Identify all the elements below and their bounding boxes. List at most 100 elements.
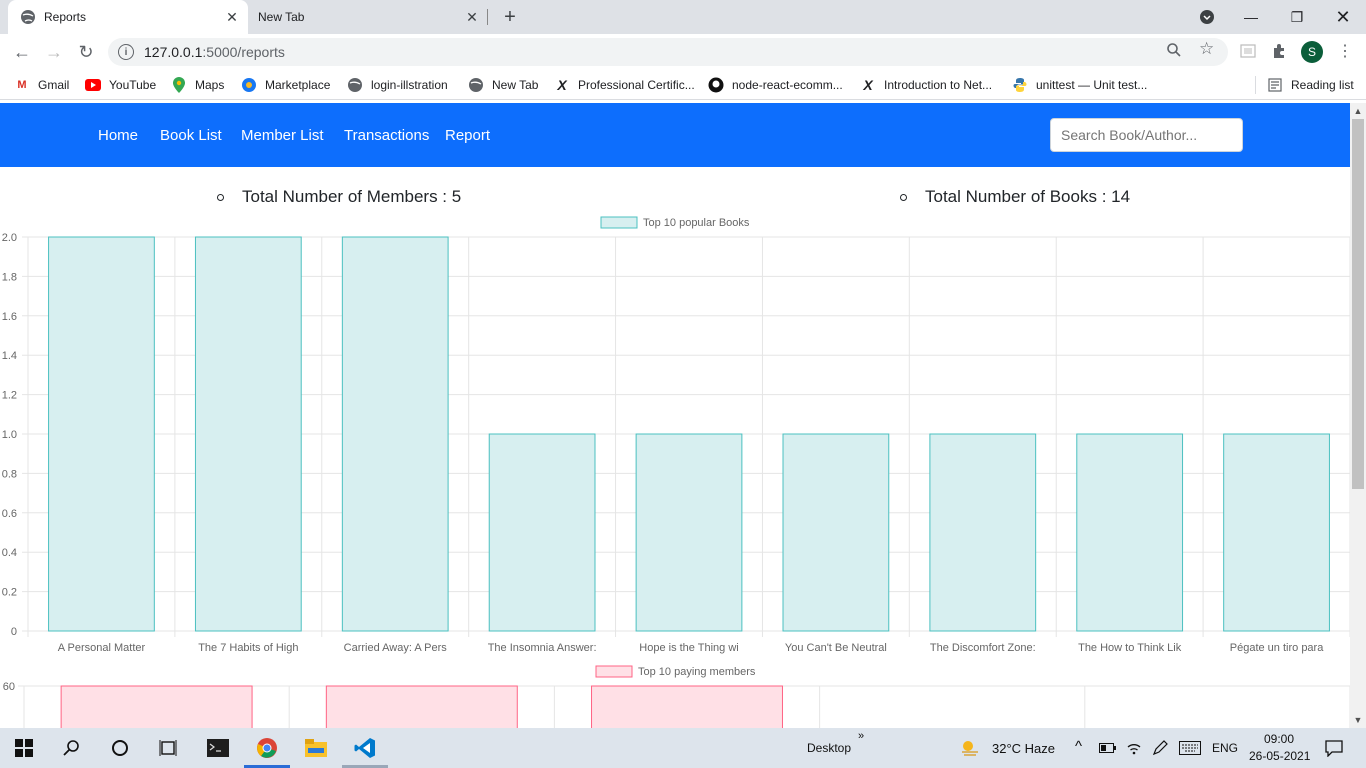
new-tab-button[interactable]: + xyxy=(498,5,522,29)
info-icon[interactable]: i xyxy=(118,44,134,60)
books-stat-label: Total Number of Books : 14 xyxy=(925,187,1131,206)
y-tick-label: 0.4 xyxy=(2,547,17,559)
nav-book-list[interactable]: Book List xyxy=(160,127,222,144)
bookmark-gmail[interactable]: M Gmail xyxy=(14,76,69,94)
vscode-icon[interactable] xyxy=(353,736,377,760)
extension-icon[interactable] xyxy=(1237,40,1259,62)
app-navbar: Home Book List Member List Transactions … xyxy=(0,103,1350,167)
chevron-right-icon[interactable]: » xyxy=(858,730,864,742)
bar xyxy=(1223,433,1330,632)
search-icon[interactable] xyxy=(60,736,84,760)
browser-toolbar: ← → ↻ i 127.0.0.1:5000/reports ☆ ⋮ xyxy=(0,34,1366,70)
marketplace-icon xyxy=(241,77,257,93)
windows-start-icon[interactable] xyxy=(12,736,36,760)
pen-icon[interactable] xyxy=(1148,736,1172,760)
bookmark-label: Maps xyxy=(195,78,225,92)
clock-date[interactable]: 26-05-2021 xyxy=(1249,749,1310,763)
file-explorer-icon[interactable] xyxy=(304,736,328,760)
more-icon[interactable]: ⋮ xyxy=(1334,40,1356,62)
bar xyxy=(782,433,890,632)
avatar[interactable]: S xyxy=(1301,41,1323,63)
maximize-button[interactable]: ❐ xyxy=(1274,0,1320,34)
legend-label: Top 10 paying members xyxy=(638,666,756,678)
bar xyxy=(929,433,1037,632)
x-tick-label: You Can't Be Neutral xyxy=(785,642,887,654)
nav-report[interactable]: Report xyxy=(445,127,490,144)
y-tick-label: 1.6 xyxy=(2,311,17,323)
battery-icon[interactable] xyxy=(1096,736,1120,760)
bar xyxy=(194,236,302,632)
bookmarks-bar: M Gmail YouTube Maps Marketplace login-il… xyxy=(0,70,1366,100)
scrollbar-thumb[interactable] xyxy=(1352,119,1364,489)
close-icon[interactable]: ✕ xyxy=(462,7,482,27)
bookmark-label: login-illstration xyxy=(371,78,448,92)
legend-swatch xyxy=(595,665,633,678)
cortana-icon[interactable] xyxy=(108,736,132,760)
bookmark-label: unittest — Unit test... xyxy=(1036,78,1148,92)
url-host: 127.0.0.1 xyxy=(144,44,203,60)
x-tick-label: Hope is the Thing wi xyxy=(639,642,738,654)
bookmark-unittest[interactable]: unittest — Unit test... xyxy=(1012,76,1147,94)
wifi-icon[interactable] xyxy=(1122,736,1146,760)
bookmark-label: Gmail xyxy=(38,78,70,92)
puzzle-icon[interactable] xyxy=(1268,40,1290,62)
close-window-button[interactable]: ✕ xyxy=(1320,0,1366,34)
url-text: 127.0.0.1:5000/reports xyxy=(144,44,285,60)
edx-icon: X xyxy=(863,77,873,93)
bookmark-divider xyxy=(1255,76,1256,94)
bar xyxy=(325,685,518,728)
bookmark-label: YouTube xyxy=(109,78,157,92)
scroll-down-icon[interactable]: ▼ xyxy=(1353,715,1363,725)
chevron-up-icon[interactable]: ^ xyxy=(1075,738,1082,755)
url-path: :5000/reports xyxy=(202,44,285,60)
reload-button[interactable]: ↻ xyxy=(72,38,100,66)
bookmark-login-illstration[interactable]: login-illstration xyxy=(347,76,448,94)
language-label[interactable]: ENG xyxy=(1212,741,1238,755)
y-tick-label: 1.0 xyxy=(2,429,17,441)
terminal-icon[interactable] xyxy=(206,736,230,760)
task-view-icon[interactable] xyxy=(156,736,180,760)
bar xyxy=(488,433,596,632)
y-tick-label: 0.6 xyxy=(2,508,17,520)
minimize-button[interactable]: — xyxy=(1228,0,1274,34)
bookmark-node-react[interactable]: node-react-ecomm... xyxy=(708,76,843,94)
reading-list-label: Reading list xyxy=(1291,78,1354,92)
y-tick-label: 1.4 xyxy=(2,350,17,362)
tab-new-tab[interactable]: New Tab ✕ xyxy=(248,0,488,34)
forward-button[interactable]: → xyxy=(40,38,68,66)
page-scrollbar[interactable]: ▲ ▼ xyxy=(1350,103,1366,728)
zoom-icon[interactable] xyxy=(1166,42,1182,61)
search-input[interactable] xyxy=(1050,118,1243,152)
nav-home[interactable]: Home xyxy=(98,127,138,144)
weather-label[interactable]: 32°C Haze xyxy=(992,741,1055,756)
reading-list-button[interactable]: Reading list xyxy=(1267,76,1354,94)
bookmark-introduction[interactable]: X Introduction to Net... xyxy=(860,76,992,94)
star-icon[interactable]: ☆ xyxy=(1199,39,1214,59)
tab-reports[interactable]: Reports ✕ xyxy=(8,0,248,34)
desktop-toolbar-label[interactable]: Desktop xyxy=(807,741,851,755)
keyboard-icon[interactable] xyxy=(1178,736,1202,760)
bookmark-new-tab[interactable]: New Tab xyxy=(468,76,538,94)
clock-time[interactable]: 09:00 xyxy=(1264,732,1294,746)
notification-icon[interactable] xyxy=(1322,736,1346,760)
tab-search-button[interactable] xyxy=(1184,0,1230,34)
nav-member-list[interactable]: Member List xyxy=(241,127,324,144)
bookmark-maps[interactable]: Maps xyxy=(171,76,224,94)
y-tick-label: 2.0 xyxy=(2,232,17,244)
chart-legend: Top 10 paying members xyxy=(595,665,756,678)
bookmark-professional[interactable]: X Professional Certific... xyxy=(554,76,694,94)
scroll-up-icon[interactable]: ▲ xyxy=(1353,106,1363,116)
bookmark-youtube[interactable]: YouTube xyxy=(85,76,156,94)
youtube-icon xyxy=(85,77,101,93)
edx-icon: X xyxy=(557,77,567,93)
gmail-icon: M xyxy=(17,79,27,91)
address-bar[interactable]: i 127.0.0.1:5000/reports xyxy=(108,38,1228,66)
chrome-icon[interactable] xyxy=(255,736,279,760)
back-button[interactable]: ← xyxy=(8,38,36,66)
bookmark-label: New Tab xyxy=(492,78,539,92)
nav-transactions[interactable]: Transactions xyxy=(344,127,429,144)
bookmark-marketplace[interactable]: Marketplace xyxy=(241,76,330,94)
close-icon[interactable]: ✕ xyxy=(222,7,242,27)
legend-label: Top 10 popular Books xyxy=(643,217,750,229)
popular-books-chart: Top 10 popular Books 2.0 1.8 1.6 1.4 1.2 1.0 0.… xyxy=(2,216,1350,654)
